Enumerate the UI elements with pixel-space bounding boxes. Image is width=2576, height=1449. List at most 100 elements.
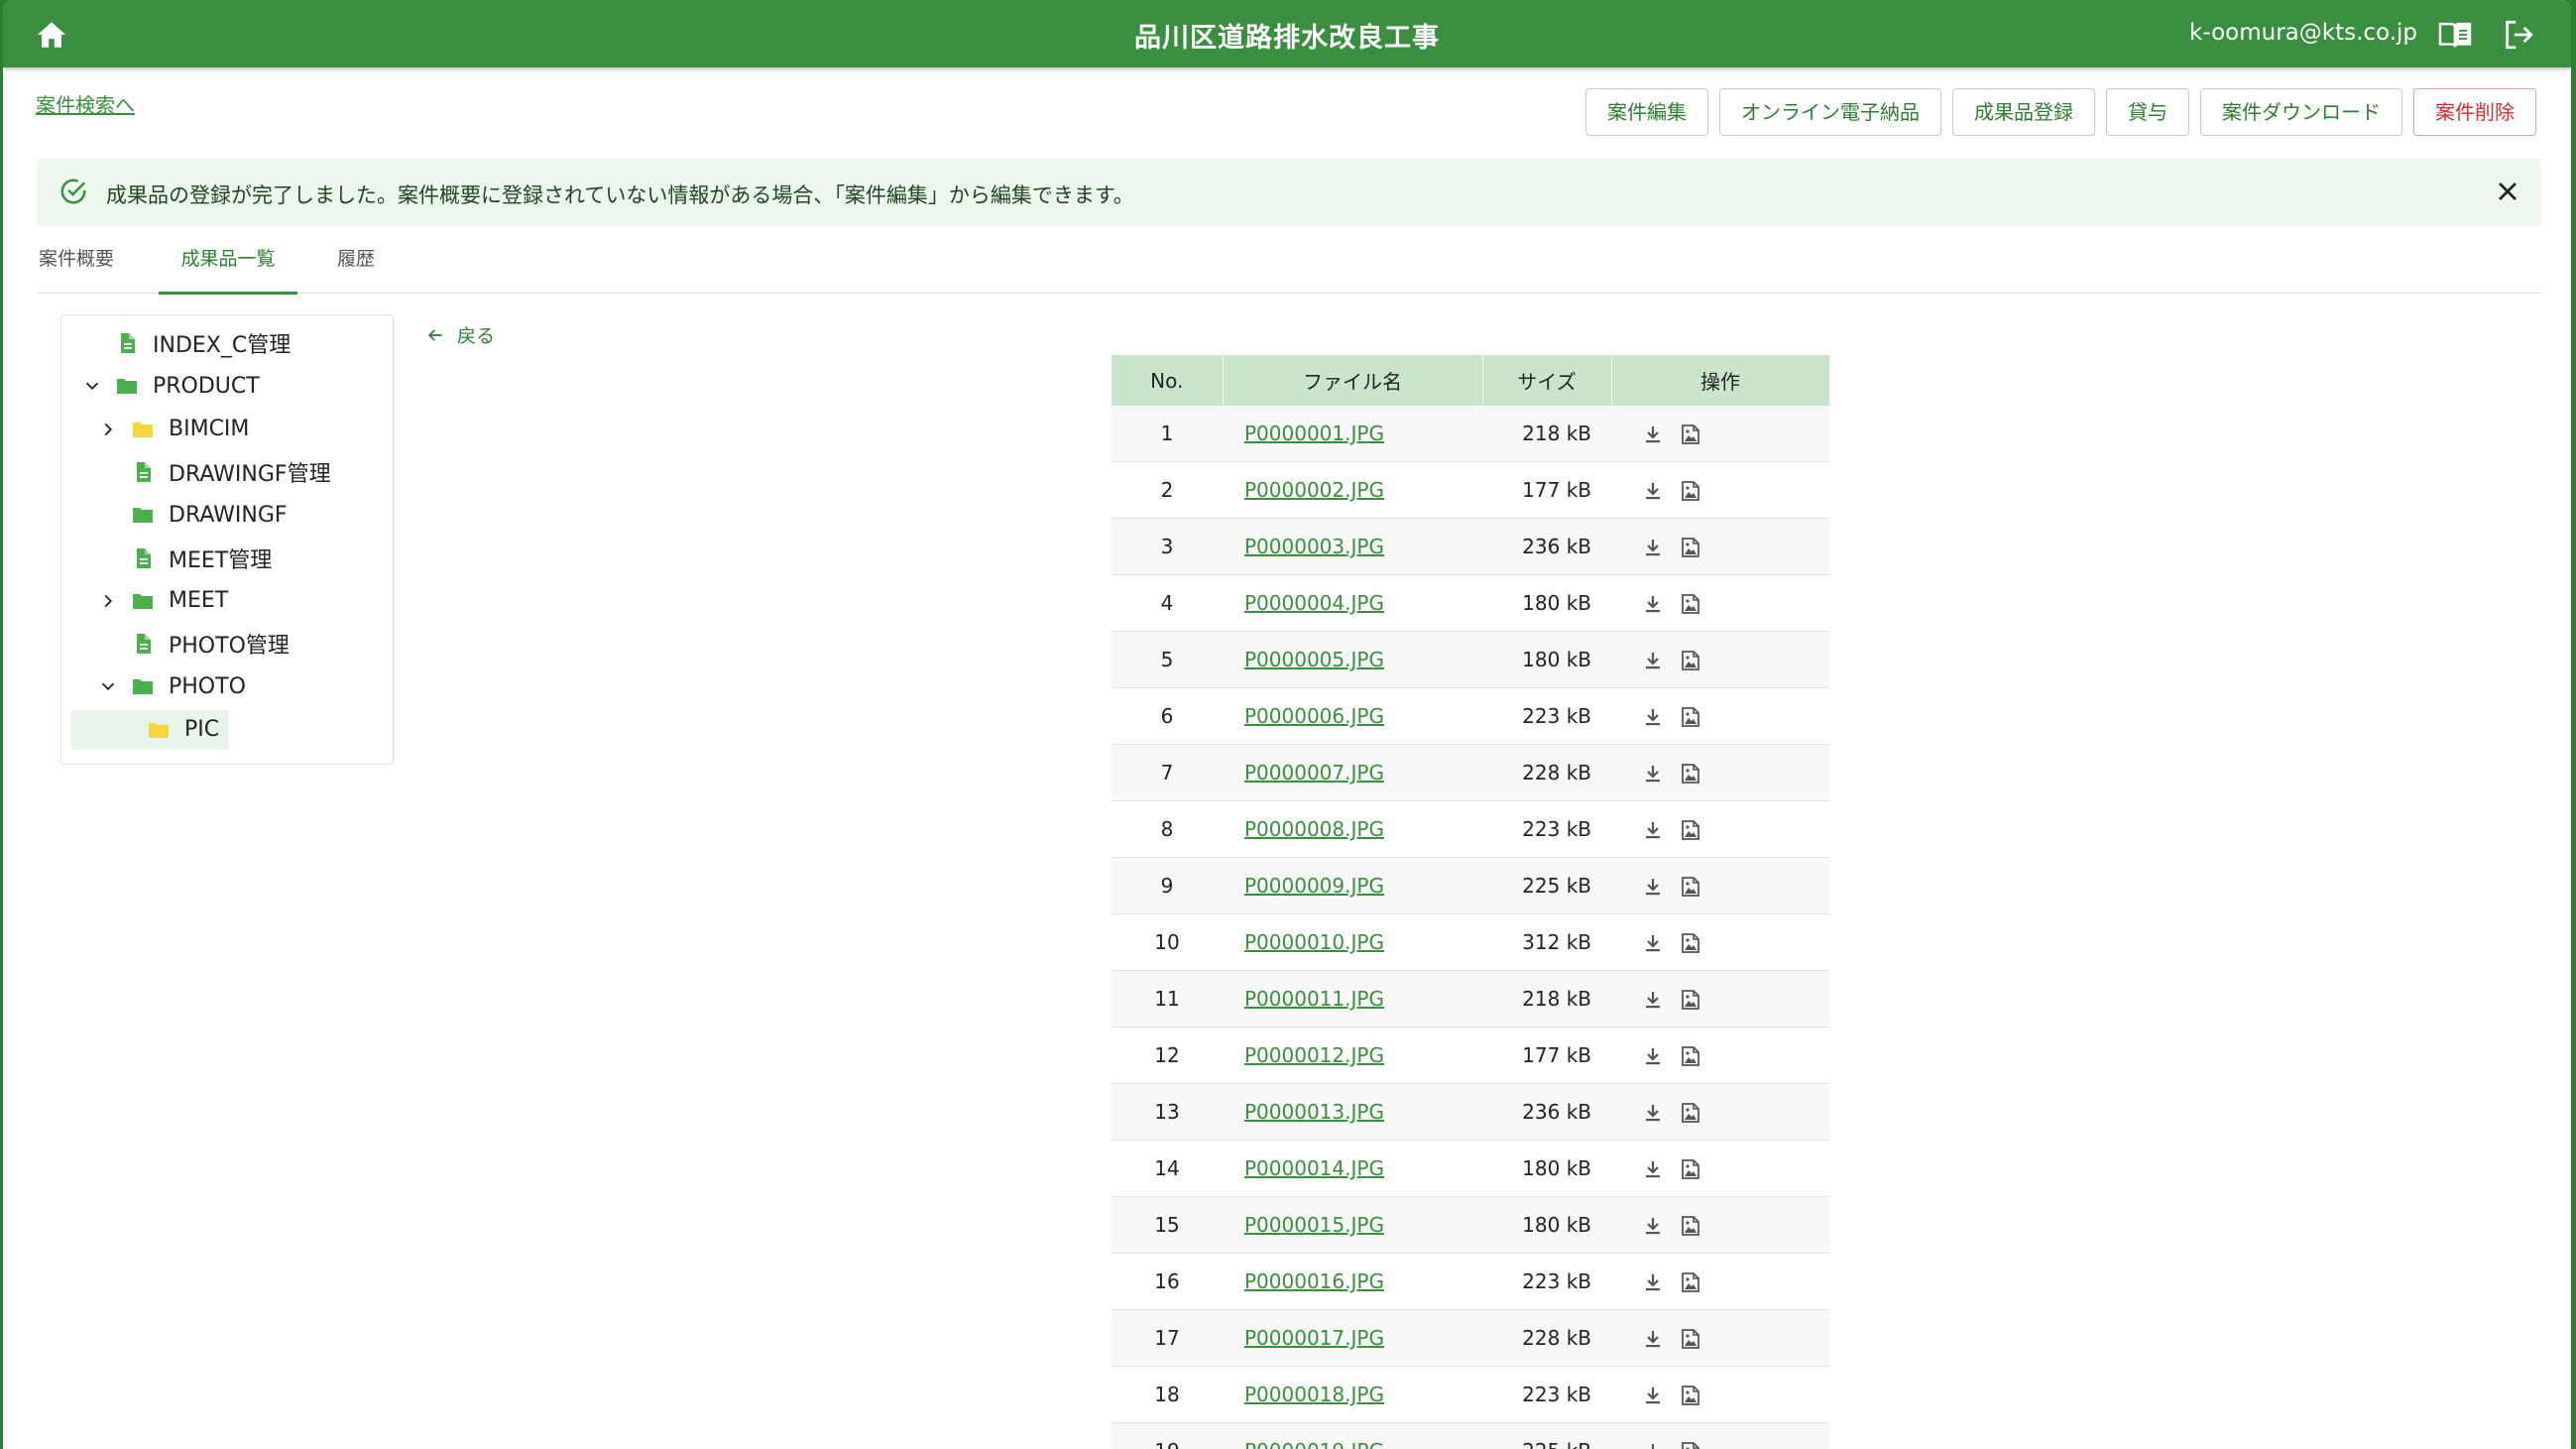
download-icon[interactable] [1641,1214,1665,1238]
column-header-filename: ファイル名 [1223,355,1483,406]
download-icon[interactable] [1641,536,1665,559]
image-file-icon[interactable] [1679,875,1702,899]
register-deliverable-button[interactable]: 成果品登録 [1952,88,2095,136]
image-file-icon[interactable] [1679,479,1702,503]
back-link[interactable]: 戻る [425,321,495,348]
tree-item[interactable]: PHOTO管理 [97,624,290,664]
file-link[interactable]: P0000004.JPG [1244,591,1384,615]
file-link[interactable]: P0000015.JPG [1244,1213,1384,1237]
online-delivery-button[interactable]: オンライン電子納品 [1719,88,1941,136]
image-file-icon[interactable] [1679,762,1702,785]
tab-history[interactable]: 履歴 [335,241,377,291]
file-link[interactable]: P0000006.JPG [1244,704,1384,728]
file-link[interactable]: P0000003.JPG [1244,535,1384,558]
image-file-icon[interactable] [1679,1044,1702,1068]
download-icon[interactable] [1641,762,1665,785]
image-file-icon[interactable] [1679,1440,1702,1449]
chevron-right-icon[interactable] [97,419,119,440]
file-link[interactable]: P0000017.JPG [1244,1326,1384,1350]
download-icon[interactable] [1641,592,1665,616]
file-link[interactable]: P0000007.JPG [1244,761,1384,785]
row-actions [1611,1026,1829,1084]
image-file-icon[interactable] [1679,592,1702,616]
folder-icon [133,679,153,695]
row-actions [1611,913,1829,971]
row-actions [1611,800,1829,858]
image-file-icon[interactable] [1679,818,1702,842]
file-link[interactable]: P0000009.JPG [1244,874,1384,898]
image-file-icon[interactable] [1679,931,1702,955]
download-icon[interactable] [1641,1101,1665,1125]
lend-button[interactable]: 貸与 [2106,88,2189,136]
download-icon[interactable] [1641,1270,1665,1294]
file-cell: P0000002.JPG [1223,461,1482,519]
edit-case-button[interactable]: 案件編集 [1585,88,1708,136]
chevron-right-icon[interactable] [97,590,119,612]
download-icon[interactable] [1641,1044,1665,1068]
file-link[interactable]: P0000001.JPG [1244,422,1384,445]
download-icon[interactable] [1641,988,1665,1012]
download-icon[interactable] [1641,875,1665,899]
chevron-down-icon[interactable] [97,675,119,697]
table-header-row: No. ファイル名 サイズ 操作 [1112,355,1830,406]
file-link[interactable]: P0000016.JPG [1244,1269,1384,1293]
download-icon[interactable] [1641,818,1665,842]
tree-item[interactable]: MEET管理 [97,539,272,578]
folder-icon [133,422,153,437]
image-file-icon[interactable] [1679,536,1702,559]
image-file-icon[interactable] [1679,988,1702,1012]
download-icon[interactable] [1641,649,1665,672]
tree-item[interactable]: DRAWINGF管理 [97,452,331,492]
download-icon[interactable] [1641,479,1665,503]
file-size: 218 kB [1482,970,1611,1027]
download-icon[interactable] [1641,1384,1665,1407]
download-icon[interactable] [1641,1440,1665,1449]
tree-item[interactable]: PIC [71,709,230,750]
file-cell: P0000006.JPG [1223,687,1482,745]
tree-item[interactable]: PHOTO [97,666,246,706]
file-link[interactable]: P0000010.JPG [1244,930,1384,954]
tree-item[interactable]: MEET [97,581,228,621]
image-file-icon[interactable] [1679,423,1702,446]
file-link[interactable]: P0000011.JPG [1244,987,1384,1011]
close-icon[interactable] [2492,176,2523,207]
image-file-icon[interactable] [1679,1384,1702,1407]
chevron-down-icon[interactable] [81,375,103,397]
tree-item[interactable]: PRODUCT [81,366,260,406]
image-file-icon[interactable] [1679,1214,1702,1238]
download-icon[interactable] [1641,931,1665,955]
tree-item[interactable]: BIMCIM [97,410,249,449]
spacer [97,504,119,526]
file-link[interactable]: P0000002.JPG [1244,478,1384,502]
delete-case-button[interactable]: 案件削除 [2413,88,2536,136]
image-file-icon[interactable] [1679,705,1702,729]
file-link[interactable]: P0000013.JPG [1244,1100,1384,1124]
download-icon[interactable] [1641,1327,1665,1351]
download-case-button[interactable]: 案件ダウンロード [2200,88,2402,136]
tree-item[interactable]: DRAWINGF [97,495,288,535]
row-actions [1611,1196,1829,1254]
table-row: 16 P0000016.JPG 223 kB [1112,1253,1829,1310]
tab-overview[interactable]: 案件概要 [38,241,115,291]
image-file-icon[interactable] [1679,1157,1702,1181]
book-icon[interactable] [2438,20,2472,50]
image-file-icon[interactable] [1679,1327,1702,1351]
download-icon[interactable] [1641,705,1665,729]
image-file-icon[interactable] [1679,1101,1702,1125]
file-link[interactable]: P0000005.JPG [1244,648,1384,671]
file-link[interactable]: P0000014.JPG [1244,1156,1384,1180]
tab-deliverables[interactable]: 成果品一覧 [159,241,297,295]
file-link[interactable]: P0000019.JPG [1244,1439,1384,1449]
download-icon[interactable] [1641,1157,1665,1181]
tree-item[interactable]: INDEX_C管理 [81,323,291,363]
download-icon[interactable] [1641,423,1665,446]
file-link[interactable]: P0000018.JPG [1244,1383,1384,1406]
row-actions [1611,744,1829,801]
file-cell: P0000014.JPG [1223,1140,1482,1197]
image-file-icon[interactable] [1679,1270,1702,1294]
logout-icon[interactable] [2502,18,2535,52]
back-to-search-link[interactable]: 案件検索へ [36,89,135,118]
image-file-icon[interactable] [1679,649,1702,672]
file-link[interactable]: P0000012.JPG [1244,1043,1384,1067]
file-link[interactable]: P0000008.JPG [1244,817,1384,841]
